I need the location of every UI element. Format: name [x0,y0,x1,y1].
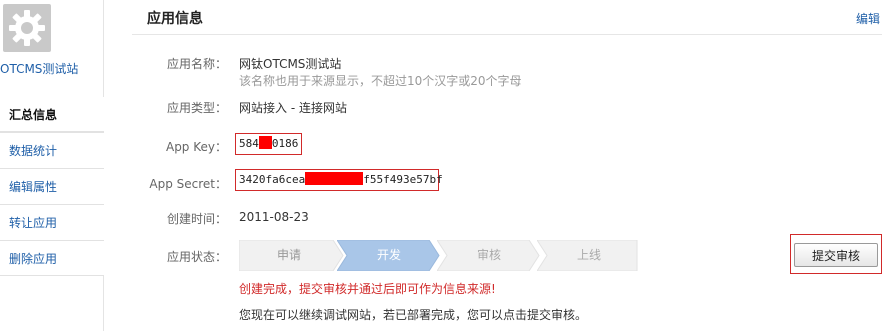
title-divider [132,34,882,35]
app-type-label: 应用类型： [166,101,227,115]
page-title: 应用信息 [147,11,203,27]
redaction-mark [305,172,364,185]
status-label: 应用状态： [166,250,227,264]
app-name-hint: 该名称也用于来源显示，不超过10个汉字或20个字母 [239,74,522,88]
app-secret-prefix: 3420fa6cea [239,173,306,186]
gear-icon [9,10,45,46]
app-name-value: 网钛OTCMS测试站 [239,57,342,71]
status-steps: 申请 开发 审核 上线 [239,240,639,271]
created-value: 2011-08-23 [239,210,309,224]
app-secret-suffix: f55f493e57bf [363,173,443,186]
app-key-suffix: 0186 [271,137,299,150]
warning-message: 创建完成，提交审核并通过后即可作为信息来源! [239,282,496,296]
submit-highlight: 提交审核 [790,234,882,274]
step-develop: 开发 [337,240,441,271]
app-secret-value: 3420fa6cea f55f493e57bf [235,169,443,191]
created-label: 创建时间： [166,212,227,226]
app-icon [3,4,51,52]
sidebar-item-summary[interactable]: 汇总信息 [0,97,104,132]
step-online: 上线 [537,240,639,271]
redaction-mark [258,136,272,149]
app-name[interactable]: OTCMS测试站 [0,60,104,77]
app-name-label: 应用名称： [166,57,227,71]
step-review: 审核 [437,240,541,271]
app-secret-label: App Secret： [149,177,227,191]
sidebar-item-statistics[interactable]: 数据统计 [0,132,104,168]
edit-link[interactable]: 编辑 [856,10,880,27]
app-key-prefix: 584 [239,137,259,150]
sidebar-item-delete[interactable]: 删除应用 [0,240,104,276]
sidebar-item-edit-properties[interactable]: 编辑属性 [0,168,104,204]
step-develop-label: 开发 [376,248,401,262]
app-type-value: 网站接入 - 连接网站 [239,101,347,115]
info-note: 您现在可以继续调试网站，若已部署完成，您可以点击提交审核。 [239,308,588,322]
app-key-value: 584 0186 [235,133,302,155]
app-key-label: App Key： [165,140,227,154]
step-online-label: 上线 [576,248,601,262]
submit-review-button[interactable]: 提交审核 [794,243,878,267]
step-apply: 申请 [239,240,345,271]
sidebar-item-transfer[interactable]: 转让应用 [0,204,104,240]
side-nav: 汇总信息 数据统计 编辑属性 转让应用 删除应用 [0,97,104,276]
sidebar: OTCMS测试站 汇总信息 数据统计 编辑属性 转让应用 删除应用 [0,0,104,331]
step-apply-label: 申请 [276,248,301,262]
step-review-label: 审核 [476,248,501,262]
